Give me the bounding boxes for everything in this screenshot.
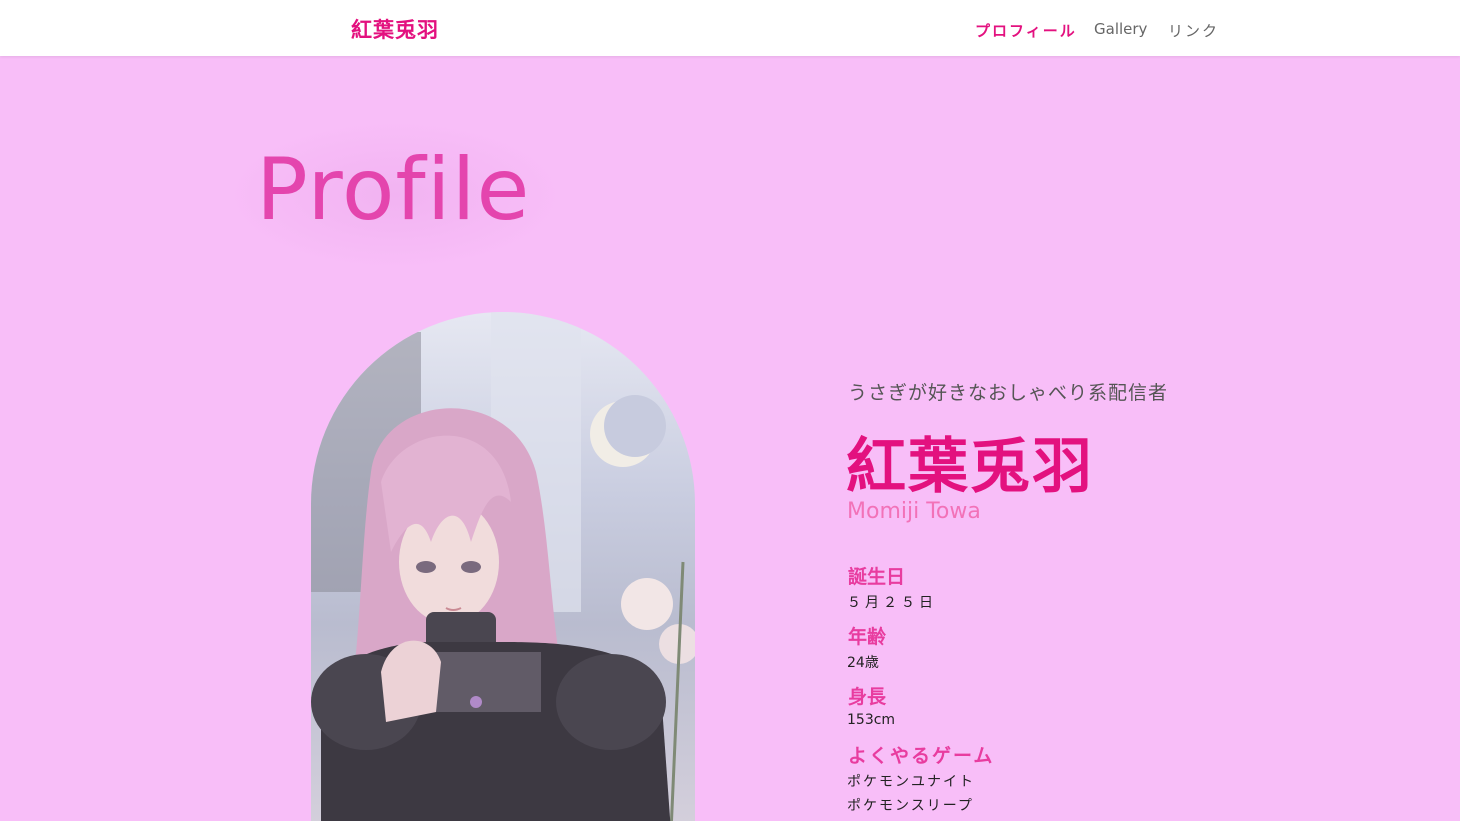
nav-link-gallery[interactable]: Gallery	[1094, 20, 1147, 38]
character-name-english: Momiji Towa	[847, 499, 981, 524]
favorite-game-item: ポケモンスリープ	[847, 798, 974, 814]
favorite-game-item: ポケモンユナイト	[847, 774, 975, 790]
top-navbar: 紅葉兎羽 プロフィール Gallery リンク	[0, 0, 1460, 56]
portrait-illustration	[311, 312, 695, 821]
birthday-value: ５月２５日	[847, 595, 937, 611]
brand-logo-link[interactable]: 紅葉兎羽	[351, 14, 439, 44]
birthday-label: 誕生日	[848, 566, 906, 588]
catchphrase-text: うさぎが好きなおしゃべり系配信者	[848, 382, 1169, 404]
age-label: 年齢	[848, 626, 887, 648]
nav-link-profile[interactable]: プロフィール	[975, 20, 1077, 41]
character-portrait-image	[311, 312, 695, 821]
character-name-japanese: 紅葉兎羽	[846, 432, 1094, 502]
page-title: Profile	[256, 140, 531, 240]
height-value: 153cm	[847, 712, 896, 728]
nav-link-links[interactable]: リンク	[1168, 20, 1219, 41]
favorite-games-label: よくやるゲーム	[848, 745, 995, 767]
height-label: 身長	[848, 686, 887, 708]
age-value: 24歳	[847, 655, 879, 671]
